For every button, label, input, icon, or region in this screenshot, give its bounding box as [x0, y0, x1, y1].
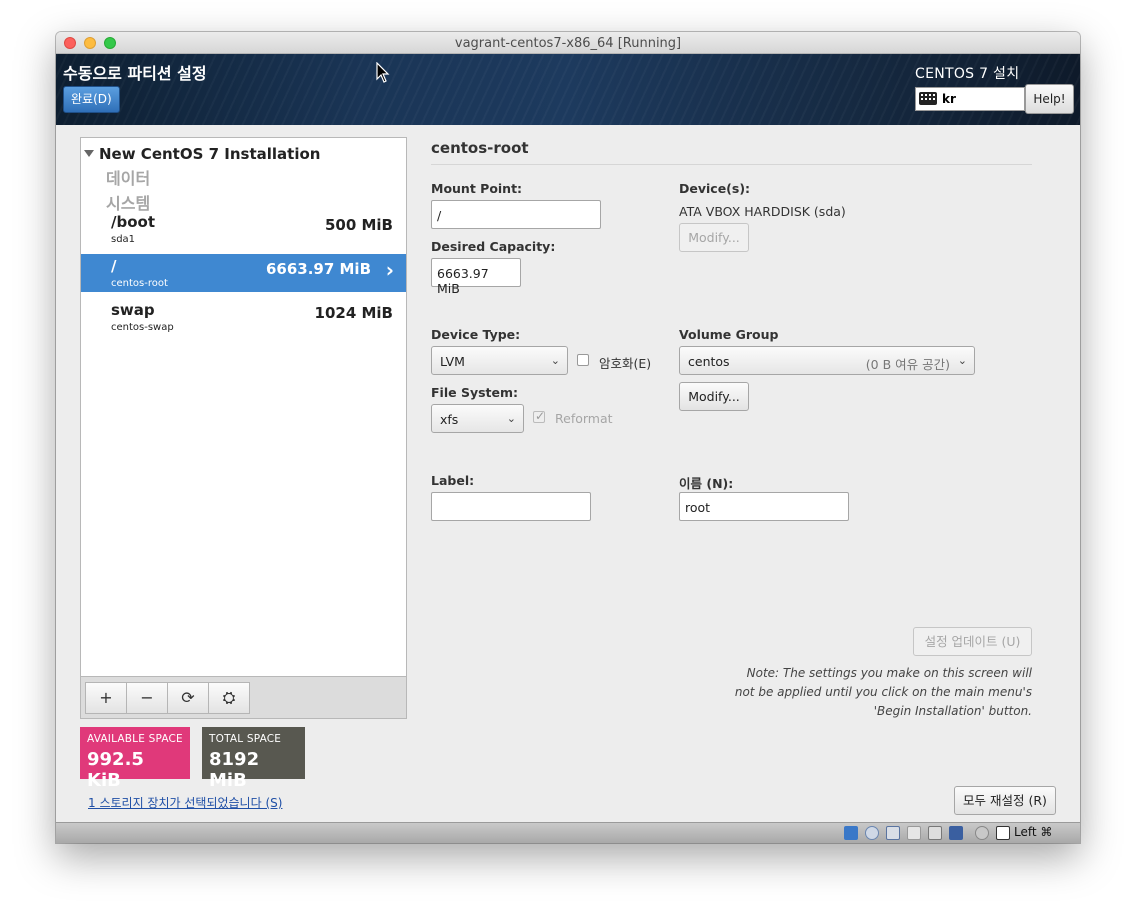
- remove-partition-button[interactable]: −: [126, 682, 168, 714]
- chevron-down-icon: ⌄: [506, 412, 516, 425]
- devices-label: Device(s):: [679, 181, 751, 196]
- volume-group-modify-button[interactable]: Modify...: [679, 382, 749, 411]
- note-line: Note: The settings you make on this scre…: [746, 666, 1032, 680]
- partition-toolbar: + − ⟳ ⛭: [80, 677, 407, 719]
- available-space-value: 992.5 KiB: [87, 749, 144, 791]
- partition-size: 500 MiB: [324, 216, 393, 234]
- reformat-label: Reformat: [555, 411, 613, 426]
- mouse-cursor-icon: [376, 62, 390, 83]
- label-field-label: Label:: [431, 473, 475, 488]
- devices-value: ATA VBOX HARDDISK (sda): [679, 204, 846, 219]
- volume-group-free-space: (0 B 여유 공간): [865, 357, 950, 372]
- total-space-label: TOTAL SPACE: [209, 733, 282, 745]
- note-line: 'Begin Installation' button.: [873, 704, 1032, 718]
- group-label-data: 데이터: [106, 169, 151, 188]
- add-partition-button[interactable]: +: [85, 682, 127, 714]
- help-button[interactable]: Help!: [1025, 84, 1074, 114]
- partition-device: centos-root: [111, 278, 168, 289]
- recording-icon[interactable]: [975, 826, 989, 840]
- settings-note: Note: The settings you make on this scre…: [721, 664, 1032, 721]
- window-titlebar: vagrant-centos7-x86_64 [Running]: [56, 32, 1080, 54]
- installation-root[interactable]: New CentOS 7 Installation: [99, 145, 320, 163]
- file-system-value: xfs: [440, 412, 459, 427]
- chevron-down-icon: ⌄: [550, 354, 560, 367]
- note-line: not be applied until you click on the ma…: [734, 685, 1032, 699]
- configure-button[interactable]: ⛭: [208, 682, 250, 714]
- volume-group-label: Volume Group: [679, 327, 779, 342]
- expander-arrow-icon[interactable]: [84, 150, 94, 157]
- update-settings-button[interactable]: 설정 업데이트 (U): [913, 627, 1032, 656]
- name-field-label: 이름 (N):: [679, 476, 734, 491]
- vm-status-bar: Left ⌘: [56, 822, 1080, 843]
- divider: [431, 164, 1032, 165]
- mount-point-input[interactable]: /: [431, 200, 601, 229]
- keyboard-layout-value: kr: [942, 92, 956, 106]
- refresh-button[interactable]: ⟳: [167, 682, 209, 714]
- available-space-label: AVAILABLE SPACE: [87, 733, 183, 745]
- detail-title: centos-root: [431, 139, 529, 157]
- volume-group-select[interactable]: centos (0 B 여유 공간) ⌄: [679, 346, 975, 375]
- check-icon: ✓: [535, 409, 546, 423]
- devices-modify-button[interactable]: Modify...: [679, 223, 749, 252]
- optical-drive-icon[interactable]: [865, 826, 879, 840]
- usb-icon[interactable]: [949, 826, 963, 840]
- storage-devices-link[interactable]: 1 스토리지 장치가 선택되었습니다 (S): [88, 794, 282, 811]
- partition-device: sda1: [111, 234, 136, 245]
- install-title: CENTOS 7 설치: [915, 66, 1020, 82]
- host-key-indicator: Left ⌘: [1014, 825, 1053, 839]
- virtualbox-window: vagrant-centos7-x86_64 [Running] 수동으로 파티…: [56, 32, 1080, 843]
- device-type-value: LVM: [440, 354, 465, 369]
- partition-row-root[interactable]: / centos-root 6663.97 MiB ›: [81, 254, 406, 292]
- chevron-right-icon: ›: [385, 258, 394, 282]
- keyboard-layout-field[interactable]: kr: [915, 87, 1025, 111]
- label-input[interactable]: [431, 492, 591, 521]
- file-system-select[interactable]: xfs ⌄: [431, 404, 524, 433]
- partition-name: /boot: [111, 213, 155, 231]
- device-type-label: Device Type:: [431, 327, 521, 342]
- display-icon[interactable]: [928, 826, 942, 840]
- partition-size: 6663.97 MiB: [265, 260, 371, 278]
- desired-capacity-label: Desired Capacity:: [431, 239, 556, 254]
- file-system-label: File System:: [431, 385, 519, 400]
- shared-folders-icon[interactable]: [907, 826, 921, 840]
- chevron-down-icon: ⌄: [957, 354, 967, 367]
- hard-disk-icon[interactable]: [844, 826, 858, 840]
- total-space-value: 8192 MiB: [209, 749, 260, 791]
- partition-tree: New CentOS 7 Installation 데이터 시스템 /boot …: [80, 137, 407, 677]
- window-title: vagrant-centos7-x86_64 [Running]: [454, 36, 682, 51]
- partition-name: /: [111, 257, 117, 275]
- available-space-box: AVAILABLE SPACE 992.5 KiB: [80, 727, 190, 791]
- partition-device: centos-swap: [111, 322, 174, 333]
- desired-capacity-input[interactable]: 6663.97 MiB: [431, 258, 521, 296]
- partition-size: 1024 MiB: [314, 304, 393, 322]
- partition-name: swap: [111, 301, 155, 319]
- encrypt-checkbox[interactable]: [577, 354, 589, 366]
- installer-header: 수동으로 파티션 설정 완료(D) CENTOS 7 설치 kr Help!: [56, 54, 1080, 125]
- reformat-checkbox[interactable]: ✓: [533, 409, 546, 423]
- partition-row-boot[interactable]: /boot sda1 500 MiB: [81, 210, 406, 248]
- keyboard-icon: [919, 92, 937, 105]
- encrypt-label: 암호화(E): [599, 356, 652, 371]
- device-type-select[interactable]: LVM ⌄: [431, 346, 568, 375]
- partition-row-swap[interactable]: swap centos-swap 1024 MiB: [81, 298, 406, 336]
- page-title: 수동으로 파티션 설정: [63, 64, 207, 83]
- volume-group-value: centos: [688, 354, 730, 369]
- done-button[interactable]: 완료(D): [63, 86, 120, 113]
- total-space-box: TOTAL SPACE 8192 MiB: [202, 727, 305, 791]
- mouse-integration-icon[interactable]: [996, 826, 1010, 840]
- mount-point-label: Mount Point:: [431, 181, 523, 196]
- reset-all-button[interactable]: 모두 재설정 (R): [954, 786, 1056, 815]
- name-input[interactable]: root: [679, 492, 849, 521]
- network-icon[interactable]: [886, 826, 900, 840]
